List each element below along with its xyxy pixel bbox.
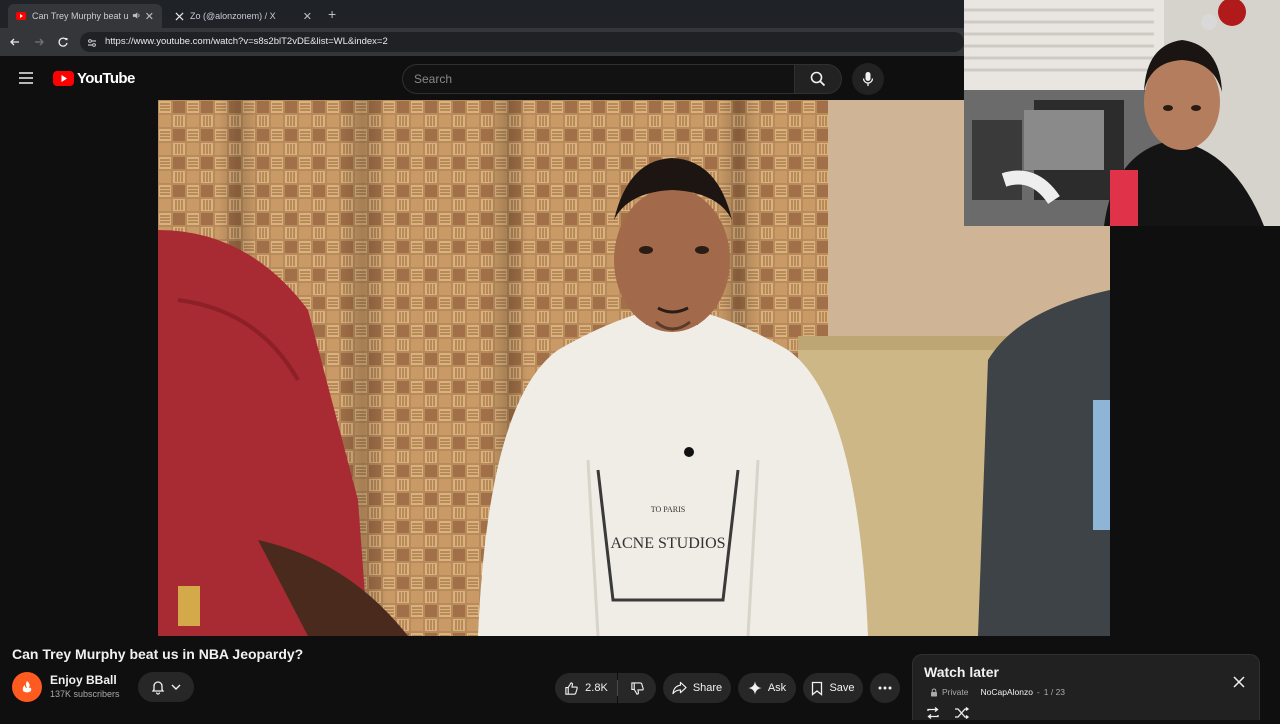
close-tab-icon[interactable]: ✕ <box>145 10 154 23</box>
share-button[interactable]: Share <box>663 673 731 703</box>
more-actions-button[interactable] <box>870 673 900 703</box>
tab-x[interactable]: Zo (@alonzonem) / X ✕ <box>166 4 320 28</box>
channel-avatar[interactable] <box>12 672 42 702</box>
share-icon <box>672 681 687 695</box>
url-text: https://www.youtube.com/watch?v=s8s2blT2… <box>105 36 388 47</box>
chevron-down-icon <box>171 684 181 690</box>
speaker-icon[interactable] <box>132 11 141 22</box>
playlist-meta: Private NoCapAlonzo - 1 / 23 <box>930 687 1065 697</box>
search-input[interactable] <box>402 64 794 94</box>
microphone-icon <box>862 72 874 86</box>
thumbs-up-icon <box>565 681 578 695</box>
save-button[interactable]: Save <box>803 673 863 703</box>
close-icon <box>1233 676 1245 688</box>
site-info-icon[interactable] <box>86 36 98 54</box>
new-tab-button[interactable]: + <box>328 6 336 22</box>
webcam-overlay <box>964 0 1280 226</box>
lock-icon <box>931 688 937 696</box>
webcam-image <box>964 0 1280 226</box>
youtube-icon <box>16 11 26 21</box>
back-icon[interactable] <box>7 34 23 50</box>
loop-icon <box>927 706 939 720</box>
shirt-text: ACNE STUDIOS <box>610 535 725 552</box>
shuffle-button[interactable] <box>954 706 970 724</box>
separator: - <box>1036 687 1040 697</box>
search-icon <box>810 71 826 87</box>
playlist-position: 1 / 23 <box>1043 687 1066 697</box>
playlist-privacy: Private <box>942 687 969 697</box>
sparkle-icon <box>748 681 762 695</box>
close-playlist-button[interactable] <box>1230 673 1248 691</box>
close-tab-icon[interactable]: ✕ <box>303 10 312 23</box>
search-placeholder: Search <box>414 72 453 86</box>
tab-youtube[interactable]: Can Trey Murphy beat us in ✕ <box>8 4 162 28</box>
bell-icon <box>151 680 165 695</box>
menu-icon[interactable] <box>18 71 34 90</box>
dislike-button[interactable] <box>618 673 656 703</box>
ask-label: Ask <box>767 682 787 694</box>
notifications-button[interactable] <box>138 672 194 702</box>
forward-icon[interactable] <box>31 34 47 50</box>
search-button[interactable] <box>794 64 842 94</box>
reload-icon[interactable] <box>55 34 71 50</box>
voice-search-button[interactable] <box>852 63 884 95</box>
more-horizontal-icon <box>878 686 892 690</box>
thumbs-down-icon <box>630 681 644 695</box>
channel-name[interactable]: Enjoy BBall <box>50 673 117 687</box>
x-logo-icon <box>174 11 184 21</box>
like-button[interactable]: 2.8K <box>555 673 617 703</box>
video-title: Can Trey Murphy beat us in NBA Jeopardy? <box>12 646 304 662</box>
save-label: Save <box>829 682 855 694</box>
logo-text: YouTube <box>77 70 135 87</box>
youtube-logo-icon <box>53 71 74 86</box>
loop-button[interactable] <box>925 706 941 724</box>
share-label: Share <box>692 682 723 694</box>
like-count: 2.8K <box>585 682 608 694</box>
channel-logo-icon <box>22 681 32 693</box>
shirt-small-text: TO PARIS <box>651 505 685 514</box>
shuffle-icon <box>955 706 970 720</box>
ask-button[interactable]: Ask <box>738 673 796 703</box>
tab-title: Zo (@alonzonem) / X <box>190 11 276 21</box>
playlist-owner[interactable]: NoCapAlonzo <box>980 687 1032 697</box>
youtube-logo[interactable]: YouTube <box>53 70 135 87</box>
subscriber-count: 137K subscribers <box>50 689 120 699</box>
playlist-title[interactable]: Watch later <box>924 664 999 680</box>
tab-title: Can Trey Murphy beat us in <box>32 11 128 21</box>
bookmark-icon <box>812 681 823 696</box>
